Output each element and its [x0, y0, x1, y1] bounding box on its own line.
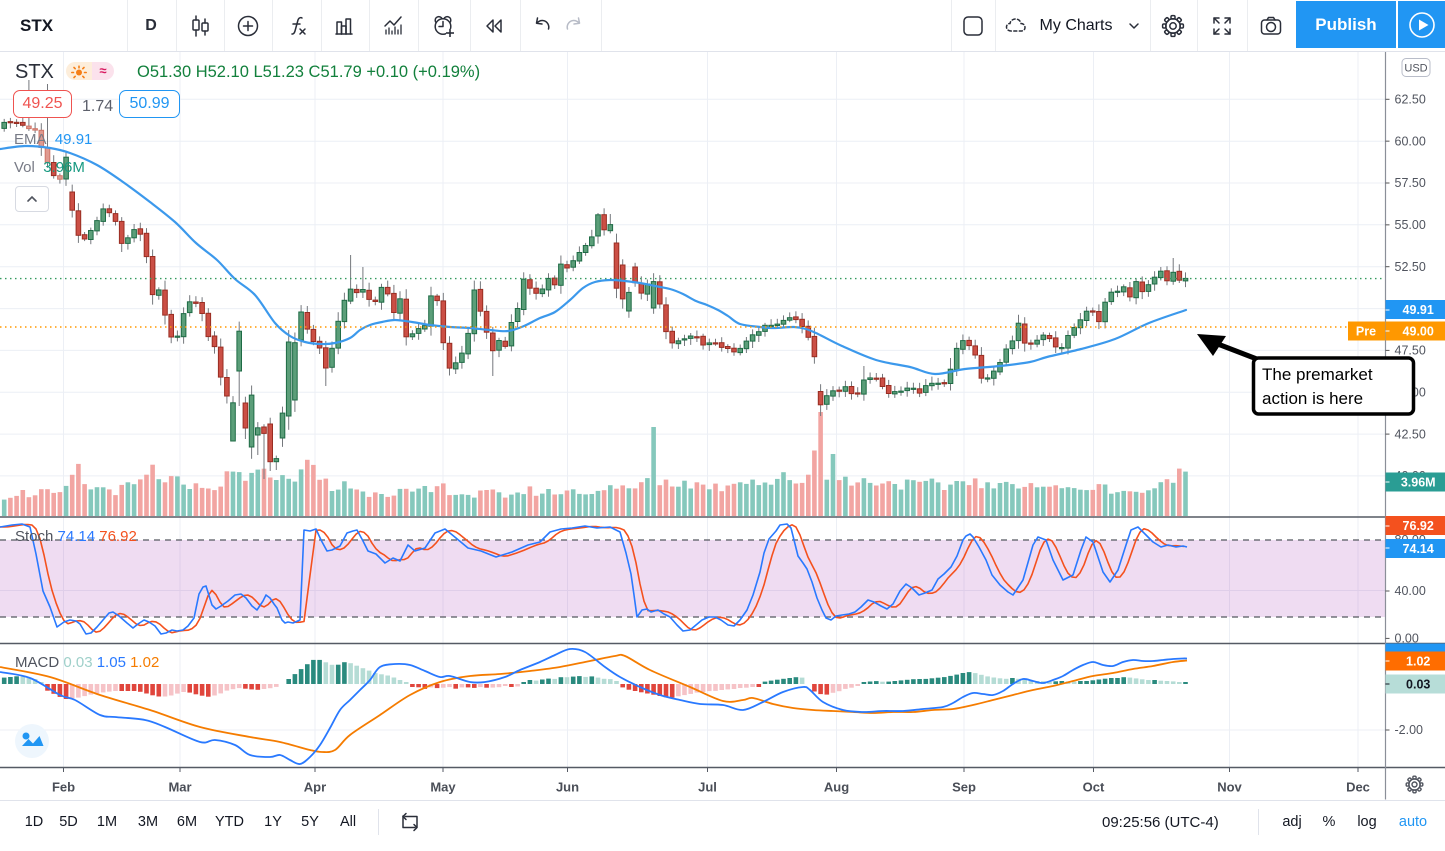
svg-text:Jul: Jul [698, 780, 717, 795]
svg-text:62.50: 62.50 [1395, 93, 1426, 107]
svg-text:74.14: 74.14 [1403, 542, 1434, 556]
svg-text:Sep: Sep [952, 780, 976, 795]
svg-text:Oct: Oct [1083, 780, 1105, 795]
svg-text:47.50: 47.50 [1395, 344, 1426, 358]
svg-text:action is here: action is here [1262, 389, 1363, 408]
svg-text:60.00: 60.00 [1395, 134, 1426, 148]
svg-text:42.50: 42.50 [1395, 427, 1426, 441]
svg-text:Dec: Dec [1346, 780, 1370, 795]
svg-text:Mar: Mar [168, 780, 191, 795]
svg-text:0.03: 0.03 [1406, 678, 1430, 692]
svg-text:49.00: 49.00 [1403, 325, 1434, 339]
svg-text:Aug: Aug [824, 780, 849, 795]
svg-text:76.92: 76.92 [1403, 519, 1434, 533]
svg-text:Pre: Pre [1356, 325, 1376, 339]
svg-text:-2.00: -2.00 [1395, 723, 1424, 737]
svg-text:USD: USD [1404, 63, 1427, 75]
svg-text:49.91: 49.91 [1403, 303, 1434, 317]
svg-text:Apr: Apr [304, 780, 326, 795]
svg-text:1.02: 1.02 [1406, 655, 1430, 669]
svg-text:May: May [430, 780, 456, 795]
svg-text:57.50: 57.50 [1395, 176, 1426, 190]
svg-text:40.00: 40.00 [1395, 584, 1426, 598]
svg-text:Feb: Feb [52, 780, 75, 795]
svg-text:Nov: Nov [1217, 780, 1242, 795]
svg-text:The premarket: The premarket [1262, 365, 1373, 384]
svg-text:Jun: Jun [556, 780, 579, 795]
svg-text:3.96M: 3.96M [1401, 476, 1436, 490]
svg-text:52.50: 52.50 [1395, 260, 1426, 274]
svg-text:55.00: 55.00 [1395, 218, 1426, 232]
